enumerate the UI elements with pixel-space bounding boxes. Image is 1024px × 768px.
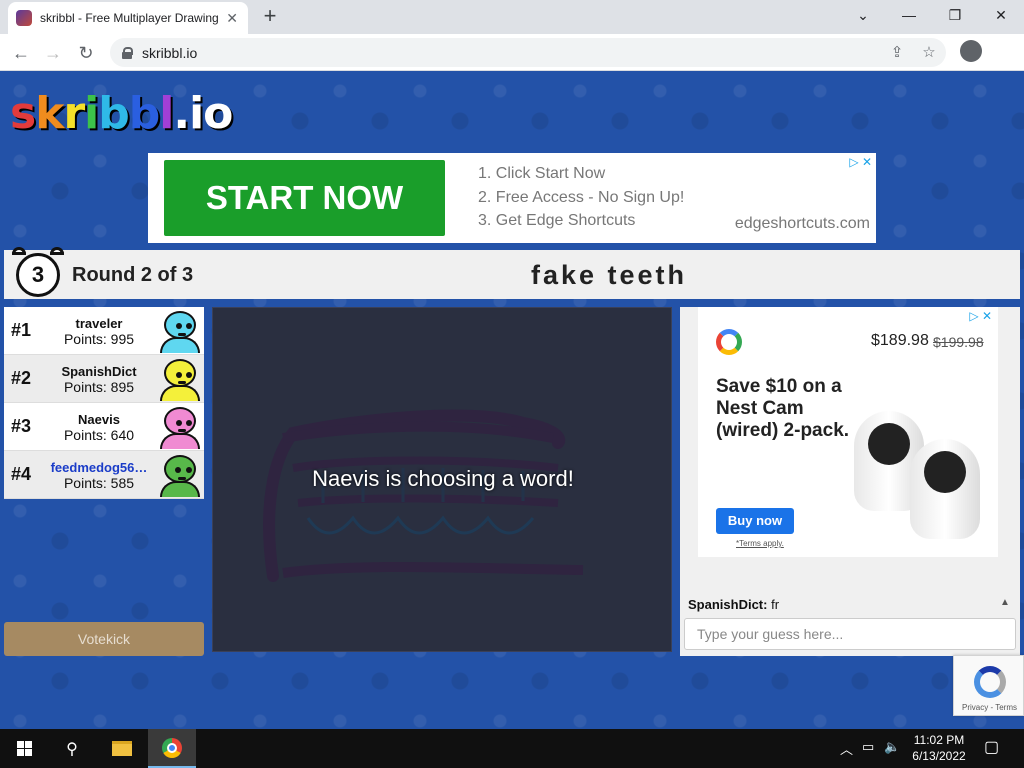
recaptcha-terms[interactable]: Privacy - Terms [954,703,1024,712]
skribbl-page: skribbl.io START NOW 1. Click Start Now … [0,71,1024,729]
logo-letter: . [173,87,190,139]
browser-tab-strip: skribbl - Free Multiplayer Drawing ✕ + ⌄… [0,0,1024,34]
player-name: traveler [75,316,123,331]
nest-cam-image [910,439,980,539]
tray-chevron-icon[interactable]: ︿ [840,739,853,758]
network-icon[interactable]: ▭ [862,739,874,755]
clock-date: 6/13/2022 [912,749,966,763]
guess-input[interactable] [684,618,1016,650]
notifications-icon[interactable]: ▢ [984,737,999,757]
player-avatar [158,405,202,449]
volume-icon[interactable]: 🔈 [884,739,900,755]
tab-close-icon[interactable]: ✕ [226,10,238,27]
drawing-canvas[interactable]: Naevis is choosing a word! [212,307,672,652]
player-avatar [158,453,202,497]
start-button[interactable] [0,729,48,768]
taskbar-clock[interactable]: 11:02 PM 6/13/2022 [906,732,972,764]
player-row[interactable]: #3 Naevis Points: 640 [4,403,204,451]
chat-scroll-arrow-icon[interactable]: ▲ [1000,597,1010,608]
ad-old-price: $199.98 [933,334,984,350]
browser-toolbar: ← → ↻ skribbl.io ⇪ ☆ ⋮ [0,34,1024,92]
share-icon[interactable]: ⇪ [886,38,908,67]
tab-title: skribbl - Free Multiplayer Drawing [40,11,219,25]
player-name: Naevis [78,412,120,427]
back-button[interactable]: ← [8,40,34,66]
player-name: SpanishDict [61,364,137,379]
ad-choices-icon[interactable]: ▷ ✕ [969,309,992,323]
windows-taskbar: ⚲ ︿ ▭ 🔈 11:02 PM 6/13/2022 ▢ [0,729,1024,768]
file-explorer-icon[interactable] [98,729,146,768]
player-name: feedmedog56… [50,460,148,475]
current-word: fake teeth [530,260,688,290]
logo-letter: l [159,87,174,139]
clock-bell-icon [12,247,26,255]
ad-start-now-button[interactable]: START NOW [164,160,445,236]
player-row[interactable]: #2 SpanishDict Points: 895 [4,355,204,403]
ad-terms-link[interactable]: *Terms apply. [736,539,784,548]
bookmark-star-icon[interactable]: ☆ [918,38,940,67]
close-window-button[interactable]: ✕ [978,0,1024,32]
player-points: Points: 895 [63,379,135,395]
ad-headline: Save $10 on a Nest Cam (wired) 2-pack. [716,376,850,441]
windows-logo-icon [16,741,32,756]
ad-step: 3. Get Edge Shortcuts [478,212,636,229]
chat-username: SpanishDict: [688,597,768,612]
new-tab-button[interactable]: + [258,4,282,28]
search-icon[interactable]: ⚲ [48,729,96,768]
recaptcha-badge[interactable]: Privacy - Terms [953,655,1024,716]
logo-letter: s [10,87,36,139]
logo-letter: b [128,87,160,139]
logo-letter: o [203,87,233,139]
ad-price: $189.98 [871,332,929,349]
top-banner-ad[interactable]: START NOW 1. Click Start Now 2. Free Acc… [148,153,876,243]
clock-time: 11:02 PM [913,733,965,747]
reload-button[interactable]: ↻ [73,40,99,66]
canvas-status-message: Naevis is choosing a word! [312,466,574,491]
recaptcha-icon [974,666,1006,698]
restore-button[interactable]: ❐ [932,0,978,32]
player-points: Points: 995 [63,331,135,347]
ad-choices-icon[interactable]: ▷ ✕ [849,155,872,169]
forward-button[interactable]: → [40,40,66,66]
browser-tab[interactable]: skribbl - Free Multiplayer Drawing ✕ [8,2,248,34]
chat-text: fr [767,597,780,612]
player-rank: #3 [11,416,32,436]
ad-step: 2. Free Access - No Sign Up! [478,188,685,206]
player-points: Points: 640 [63,427,135,443]
google-logo-icon [716,329,742,355]
player-rank: #1 [11,320,32,340]
ad-step: 1. Click Start Now [478,165,606,182]
skribbl-logo: skribbl.io [10,85,233,141]
tab-search-icon[interactable]: ⌄ [840,0,886,32]
player-points: Points: 585 [63,475,135,491]
side-ad[interactable]: $189.98 $199.98 Save $10 on a Nest Cam (… [698,307,998,557]
player-row[interactable]: #1 traveler Points: 995 [4,307,204,355]
votekick-button[interactable]: Votekick [4,622,204,656]
logo-letter: i [84,87,99,139]
profile-avatar-icon[interactable] [960,40,982,62]
minimize-button[interactable]: — [886,0,932,32]
skribbl-favicon-icon [16,10,32,26]
chrome-taskbar-icon[interactable] [148,729,196,768]
logo-letter: r [63,87,85,139]
player-rank: #2 [11,368,32,388]
url-text: skribbl.io [142,44,198,61]
address-bar[interactable]: skribbl.io [110,38,946,67]
ad-steps-list: 1. Click Start Now 2. Free Access - No S… [478,165,684,236]
player-row[interactable]: #4 feedmedog56… Points: 585 [4,451,204,499]
clock-bell-icon [50,247,64,255]
game-header: 3 Round 2 of 3 fake teeth [4,247,1020,299]
chat-message: SpanishDict: fr [688,597,779,612]
logo-letter: b [98,87,129,139]
logo-letter: k [35,87,64,139]
logo-letter: i [189,87,204,139]
player-list: #1 traveler Points: 995 #2 SpanishDict Points… [4,307,204,499]
lock-icon[interactable] [122,46,133,59]
player-rank: #4 [11,464,32,484]
chat-panel: $189.98 $199.98 Save $10 on a Nest Cam (… [680,307,1020,656]
ad-domain: edgeshortcuts.com [734,215,870,232]
ad-buy-now-button[interactable]: Buy now [716,508,794,534]
player-avatar [158,357,202,401]
player-avatar [158,309,202,353]
